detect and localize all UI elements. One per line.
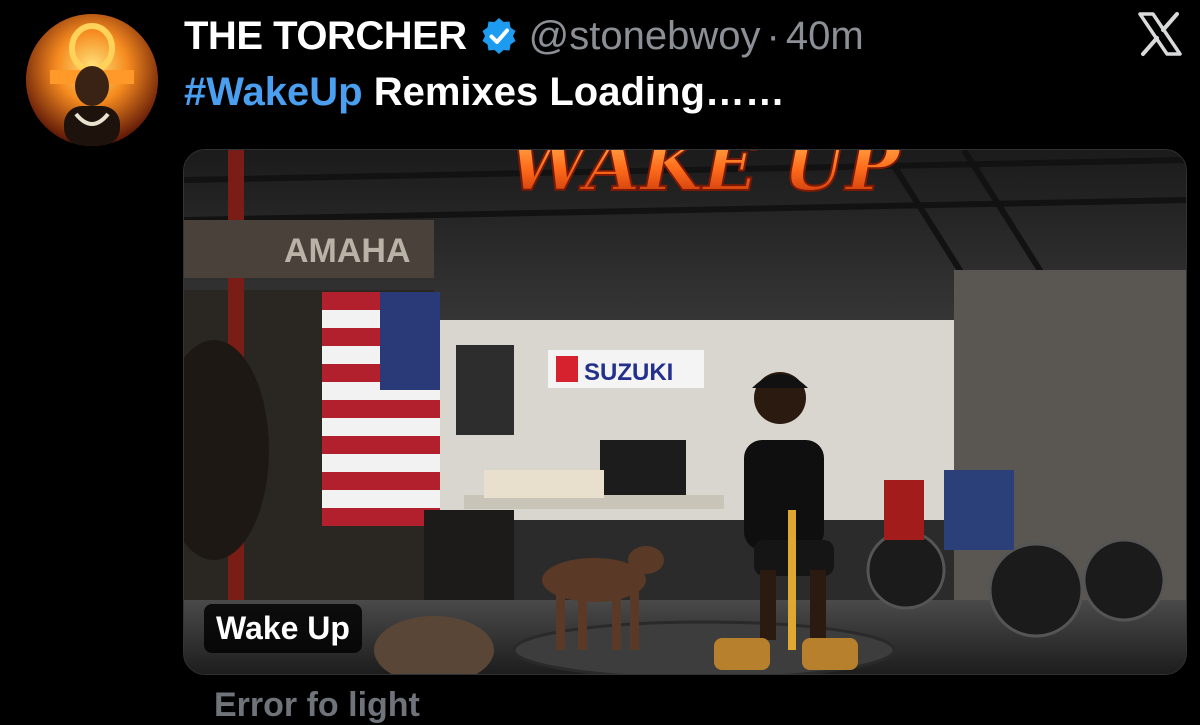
sign-left: AMAHA <box>284 232 411 270</box>
tweet-text: #WakeUp Remixes Loading…… <box>184 70 785 115</box>
artwork-title: WAKE UP <box>507 150 902 208</box>
flag-image <box>322 292 440 526</box>
handle[interactable]: @stonebwoy <box>529 14 761 59</box>
hashtag-link[interactable]: #WakeUp <box>184 70 363 114</box>
sign-suzuki: SUZUKI <box>584 359 673 386</box>
album-artwork: AMAHA SUZUKI WAKE UP <box>184 150 1186 674</box>
x-logo-icon[interactable] <box>1136 10 1184 58</box>
avatar[interactable] <box>26 14 158 146</box>
avatar-image <box>26 14 158 146</box>
verified-badge-icon <box>482 18 516 54</box>
separator: · <box>766 13 780 58</box>
tweet-header: THE TORCHER @stonebwoy · 40m <box>184 10 864 62</box>
tweet-body: Remixes Loading…… <box>362 70 785 114</box>
media-label: Wake Up <box>204 604 362 653</box>
display-name[interactable]: THE TORCHER <box>184 14 467 59</box>
timestamp[interactable]: 40m <box>786 14 864 59</box>
link-preview-text[interactable]: Error fo light <box>214 686 420 725</box>
media-card[interactable]: AMAHA SUZUKI WAKE UP Wake Up <box>183 149 1187 675</box>
svg-text:WAKE UP: WAKE UP <box>508 150 901 207</box>
